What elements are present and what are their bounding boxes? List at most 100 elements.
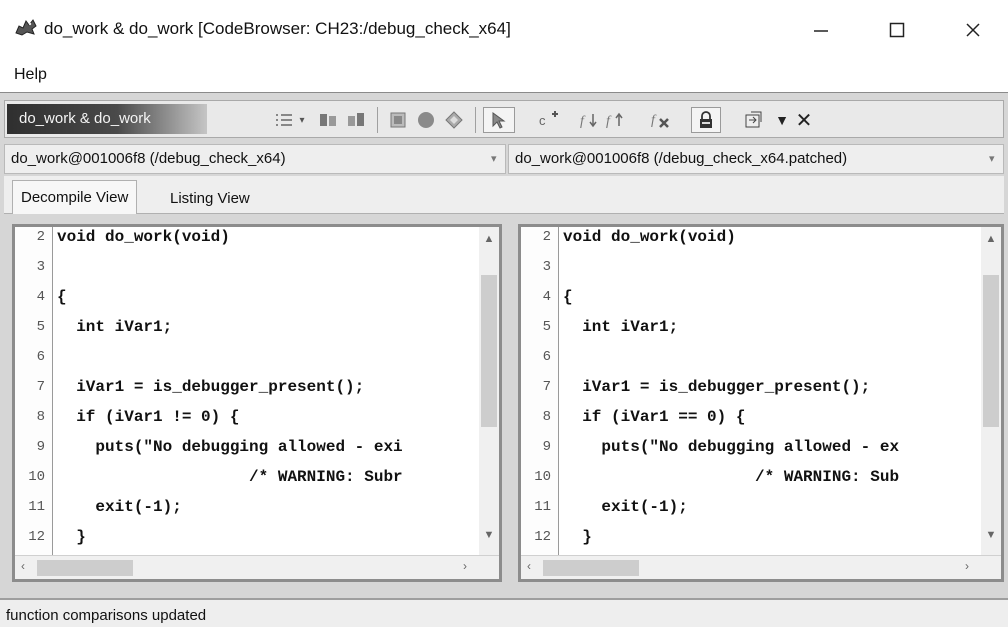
scrollbar-thumb[interactable] [543,560,639,576]
line-number: 7 [542,379,551,395]
code-line: 10 /* WARNING: Sub [521,467,981,497]
scroll-up-icon[interactable]: ▲ [479,233,499,253]
code-text: /* WARNING: Sub [563,468,900,486]
scroll-right-icon[interactable]: › [965,559,969,573]
scroll-left-icon[interactable]: ‹ [21,559,25,573]
scroll-down-icon[interactable]: ▼ [981,529,1001,549]
toolbar-separator [377,107,378,133]
maximize-icon [889,22,905,38]
code-line: 5 int iVar1; [15,317,479,347]
snapshot-icon[interactable] [741,107,767,133]
minimize-icon [814,30,828,32]
line-number: 11 [28,499,45,515]
code-line: 7 iVar1 = is_debugger_present(); [521,377,981,407]
vertical-scrollbar[interactable]: ▲ ▼ [981,227,1001,555]
diamond-icon[interactable] [441,107,467,133]
line-number: 7 [36,379,45,395]
code-text: puts("No debugging allowed - ex [563,438,900,456]
bookmark-icon[interactable] [385,107,411,133]
line-number: 5 [542,319,551,335]
code-text: void do_work(void) [57,228,230,246]
code-line: 3 [15,257,479,287]
code-line: 8 if (iVar1 != 0) { [15,407,479,437]
dropdown-arrow-icon[interactable]: ▾ [295,107,309,133]
left-code-view[interactable]: 2 void do_work(void) 3 4{ 5 int iVar1; 6 … [15,227,479,555]
right-function-selector[interactable]: do_work@001006f8 (/debug_check_x64.patch… [508,144,1004,174]
line-number: 8 [36,409,45,425]
code-line: 8 if (iVar1 == 0) { [521,407,981,437]
code-text: iVar1 = is_debugger_present(); [563,378,871,396]
tab-listing-view[interactable]: Listing View [162,182,258,216]
cursor-icon[interactable] [483,107,515,133]
code-text: puts("No debugging allowed - exi [57,438,403,456]
scroll-up-icon[interactable]: ▲ [981,233,1001,253]
apply-left-icon[interactable] [315,107,341,133]
code-line: 12 } [521,527,981,555]
add-function-icon[interactable]: c [537,107,563,133]
left-function-label: do_work@001006f8 (/debug_check_x64) [11,150,286,167]
svg-text:f: f [651,113,657,128]
horizontal-scrollbar[interactable]: ‹ › [15,555,499,579]
status-text: function comparisons updated [6,607,207,624]
maximize-button[interactable] [874,10,920,50]
code-text: if (iVar1 == 0) { [563,408,746,426]
code-text: exit(-1); [563,498,688,516]
tab-decompile-view[interactable]: Decompile View [12,180,138,214]
code-text: iVar1 = is_debugger_present(); [57,378,365,396]
line-number: 6 [36,349,45,365]
next-function-icon[interactable]: f [577,107,603,133]
line-number: 9 [36,439,45,455]
stop-icon[interactable] [413,107,439,133]
scrollbar-thumb[interactable] [481,275,497,427]
close-window-button[interactable] [950,10,996,50]
scroll-down-icon[interactable]: ▼ [479,529,499,549]
code-line: 9 puts("No debugging allowed - ex [521,437,981,467]
right-code-view[interactable]: 2 void do_work(void) 3 4{ 5 int iVar1; 6 … [521,227,981,555]
code-line: 7 iVar1 = is_debugger_present(); [15,377,479,407]
list-options-icon[interactable] [271,107,297,133]
code-text: void do_work(void) [563,228,736,246]
comparison-toolbar: do_work & do_work ▾ c f f f ▼ ✕ [4,100,1004,138]
right-function-label: do_work@001006f8 (/debug_check_x64.patch… [515,150,848,167]
left-function-selector[interactable]: do_work@001006f8 (/debug_check_x64) ▾ [4,144,506,174]
code-line: 5 int iVar1; [521,317,981,347]
code-text: { [57,288,67,306]
toolbar-separator [475,107,476,133]
minimize-button[interactable] [798,10,844,50]
menu-help[interactable]: Help [14,66,47,84]
chevron-down-icon: ▾ [989,153,995,165]
right-decompile-pane[interactable]: 2 void do_work(void) 3 4{ 5 int iVar1; 6 … [518,224,1004,582]
window-title: do_work & do_work [CodeBrowser: CH23:/de… [44,19,511,38]
close-icon[interactable]: ✕ [791,107,817,133]
scroll-left-icon[interactable]: ‹ [527,559,531,573]
previous-function-icon[interactable]: f [603,107,629,133]
lock-icon[interactable] [691,107,721,133]
close-icon [966,23,980,37]
dragon-icon [15,19,37,36]
line-number: 3 [36,259,45,275]
line-number: 12 [534,529,551,545]
vertical-scrollbar[interactable]: ▲ ▼ [479,227,499,555]
title-bar: do_work & do_work [CodeBrowser: CH23:/de… [0,0,1008,56]
code-text: } [563,528,592,546]
code-line: 9 puts("No debugging allowed - exi [15,437,479,467]
line-number: 11 [534,499,551,515]
line-number: 6 [542,349,551,365]
remove-function-icon[interactable]: f [645,107,677,133]
code-text: int iVar1; [563,318,679,336]
code-line: 3 [521,257,981,287]
svg-text:f: f [606,114,612,129]
scroll-right-icon[interactable]: › [463,559,467,573]
code-line: 10 /* WARNING: Subr [15,467,479,497]
scrollbar-thumb[interactable] [983,275,999,427]
svg-text:c: c [539,113,546,128]
line-number: 2 [542,229,551,245]
scrollbar-thumb[interactable] [37,560,133,576]
code-line: 11 exit(-1); [521,497,981,527]
left-decompile-pane[interactable]: 2 void do_work(void) 3 4{ 5 int iVar1; 6 … [12,224,502,582]
code-text: /* WARNING: Subr [57,468,403,486]
status-bar: function comparisons updated [0,598,1008,627]
horizontal-scrollbar[interactable]: ‹ › [521,555,1001,579]
code-line: 4{ [15,287,479,317]
apply-right-icon[interactable] [343,107,369,133]
